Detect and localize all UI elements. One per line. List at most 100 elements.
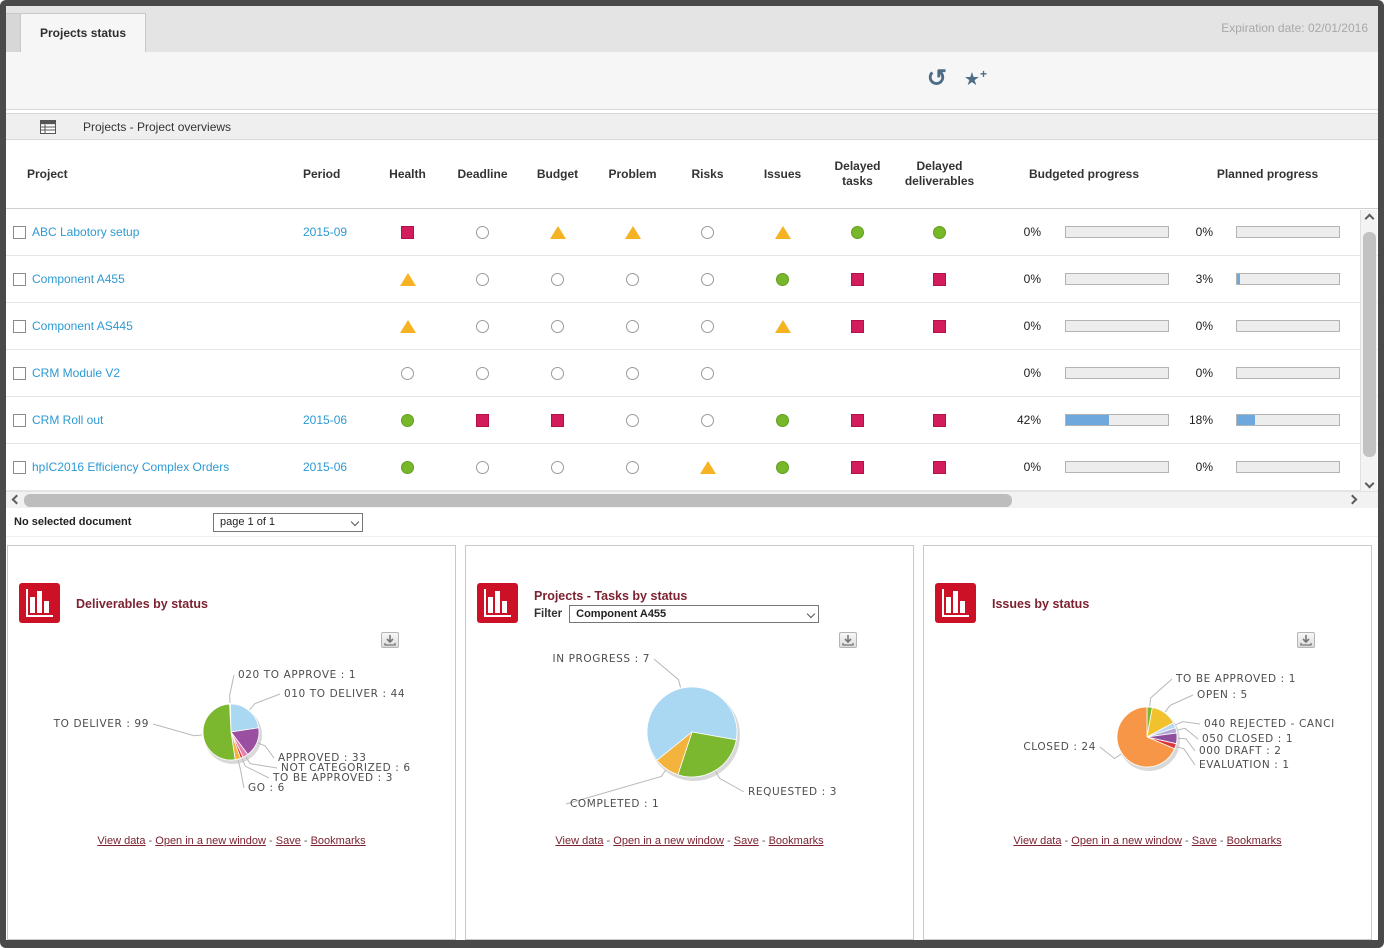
budget-status <box>520 256 595 302</box>
row-checkbox[interactable] <box>12 319 26 333</box>
col-header-issues[interactable]: Issues <box>745 140 820 208</box>
table-row[interactable]: CRM Module V2 0% 0% <box>6 350 1378 397</box>
period-value[interactable]: 2015-09 <box>295 225 347 239</box>
link-save[interactable]: Save <box>1192 835 1217 847</box>
problem-status <box>595 209 670 255</box>
table-footer: No selected document page 1 of 1 <box>6 508 1378 537</box>
page-selector[interactable]: page 1 of 1 <box>213 512 363 532</box>
link-save[interactable]: Save <box>276 835 301 847</box>
col-header-project[interactable]: Project <box>6 140 295 208</box>
link-view-data[interactable]: View data <box>97 835 145 847</box>
project-link[interactable]: CRM Roll out <box>32 413 103 427</box>
budgeted-progress-bar <box>1065 461 1169 473</box>
project-link[interactable]: hpIC2016 Efficiency Complex Orders <box>32 460 229 474</box>
col-header-risks[interactable]: Risks <box>670 140 745 208</box>
col-header-planned-progress[interactable]: Planned progress <box>1184 140 1351 208</box>
vertical-scroll-thumb[interactable] <box>1363 232 1376 457</box>
scroll-right-arrow[interactable] <box>1347 494 1364 505</box>
col-header-delayed-tasks[interactable]: Delayed tasks <box>820 140 895 208</box>
red-square-icon <box>933 413 946 427</box>
circle-icon <box>476 319 489 333</box>
scroll-left-arrow[interactable] <box>8 494 22 505</box>
budgeted-percent: 0% <box>1023 319 1041 333</box>
bar-chart-icon <box>19 583 60 623</box>
tab-edge-notch <box>6 13 20 52</box>
col-header-delayed-deliverables[interactable]: Delayed deliverables <box>895 140 984 208</box>
risks-status <box>670 303 745 349</box>
horizontal-scroll-thumb[interactable] <box>24 494 1012 507</box>
table-header-row: Project Period Health Deadline Budget Pr… <box>6 140 1378 209</box>
circle-icon <box>551 460 564 474</box>
budget-status <box>520 209 595 255</box>
table-row[interactable]: ABC Labotory setup 2015-09 0% 0% <box>6 209 1378 256</box>
pie-slice[interactable] <box>230 703 260 733</box>
project-link[interactable]: Component AS445 <box>32 319 133 333</box>
col-header-budgeted-progress[interactable]: Budgeted progress <box>984 140 1184 208</box>
row-checkbox[interactable] <box>12 225 26 239</box>
circle-icon <box>701 413 714 427</box>
row-checkbox[interactable] <box>12 366 26 380</box>
pie-label: 050 CLOSED : 1 <box>1202 733 1293 745</box>
green-circle-icon <box>401 460 414 474</box>
link-view-data[interactable]: View data <box>555 835 603 847</box>
link-open-in-a-new-window[interactable]: Open in a new window <box>1071 835 1182 847</box>
pie-label: TO BE APPROVED : 3 <box>272 772 393 784</box>
row-checkbox[interactable] <box>12 413 26 427</box>
scroll-up-arrow[interactable] <box>1361 210 1378 226</box>
undo-icon[interactable]: ↺ <box>927 66 947 92</box>
filter-selector[interactable]: Component A455 <box>569 605 820 623</box>
delayed-tasks-status <box>820 209 895 255</box>
link-view-data[interactable]: View data <box>1013 835 1061 847</box>
table-row[interactable]: hpIC2016 Efficiency Complex Orders 2015-… <box>6 444 1378 491</box>
planned-percent: 0% <box>1195 366 1213 380</box>
circle-icon <box>476 366 489 380</box>
green-circle-icon <box>776 272 789 286</box>
issues-status <box>745 303 820 349</box>
col-header-period[interactable]: Period <box>295 140 370 208</box>
row-checkbox[interactable] <box>12 460 26 474</box>
problem-status <box>595 397 670 443</box>
circle-icon <box>551 272 564 286</box>
planned-progress-bar <box>1236 367 1340 379</box>
horizontal-scrollbar[interactable] <box>6 491 1378 508</box>
col-header-problem[interactable]: Problem <box>595 140 670 208</box>
row-checkbox[interactable] <box>12 272 26 286</box>
table-row[interactable]: Component AS445 0% 0% <box>6 303 1378 350</box>
link-bookmarks[interactable]: Bookmarks <box>769 835 824 847</box>
period-value[interactable]: 2015-06 <box>295 413 347 427</box>
project-link[interactable]: Component A455 <box>32 272 125 286</box>
tab-projects-status[interactable]: Projects status <box>20 13 147 53</box>
col-header-budget[interactable]: Budget <box>520 140 595 208</box>
bookmark-add-icon[interactable]: ★ <box>964 62 987 91</box>
table-row[interactable]: Component A455 0% 3% <box>6 256 1378 303</box>
period-value[interactable]: 2015-06 <box>295 460 347 474</box>
scroll-down-arrow[interactable] <box>1361 475 1378 491</box>
pie-slice[interactable] <box>202 703 236 761</box>
vertical-scrollbar[interactable] <box>1360 210 1377 491</box>
pie-label: CLOSED : 24 <box>1023 741 1096 753</box>
triangle-icon <box>774 319 791 333</box>
link-bookmarks[interactable]: Bookmarks <box>311 835 366 847</box>
circle-icon <box>476 225 489 239</box>
link-open-in-a-new-window[interactable]: Open in a new window <box>613 835 724 847</box>
pie-chart-2: TO BE APPROVED : 1 OPEN : 5 040 REJECTED -… <box>1023 673 1334 771</box>
application-window: Projects status Expiration date: 02/01/2… <box>0 0 1384 948</box>
issues-status <box>745 209 820 255</box>
circle-icon <box>701 272 714 286</box>
budgeted-percent: 42% <box>1016 413 1041 427</box>
col-header-health[interactable]: Health <box>370 140 445 208</box>
project-link[interactable]: CRM Module V2 <box>32 366 120 380</box>
link-bookmarks[interactable]: Bookmarks <box>1227 835 1282 847</box>
budgeted-percent: 0% <box>1023 272 1041 286</box>
problem-status <box>595 444 670 490</box>
planned-percent: 18% <box>1188 413 1213 427</box>
project-link[interactable]: ABC Labotory setup <box>32 225 139 239</box>
delayed-tasks-status <box>820 256 895 302</box>
link-save[interactable]: Save <box>734 835 759 847</box>
col-header-deadline[interactable]: Deadline <box>445 140 520 208</box>
red-square-icon <box>851 413 864 427</box>
link-open-in-a-new-window[interactable]: Open in a new window <box>155 835 266 847</box>
table-row[interactable]: CRM Roll out 2015-06 42% 18% <box>6 397 1378 444</box>
delayed-tasks-status <box>820 444 895 490</box>
budgeted-progress-bar <box>1065 414 1169 426</box>
